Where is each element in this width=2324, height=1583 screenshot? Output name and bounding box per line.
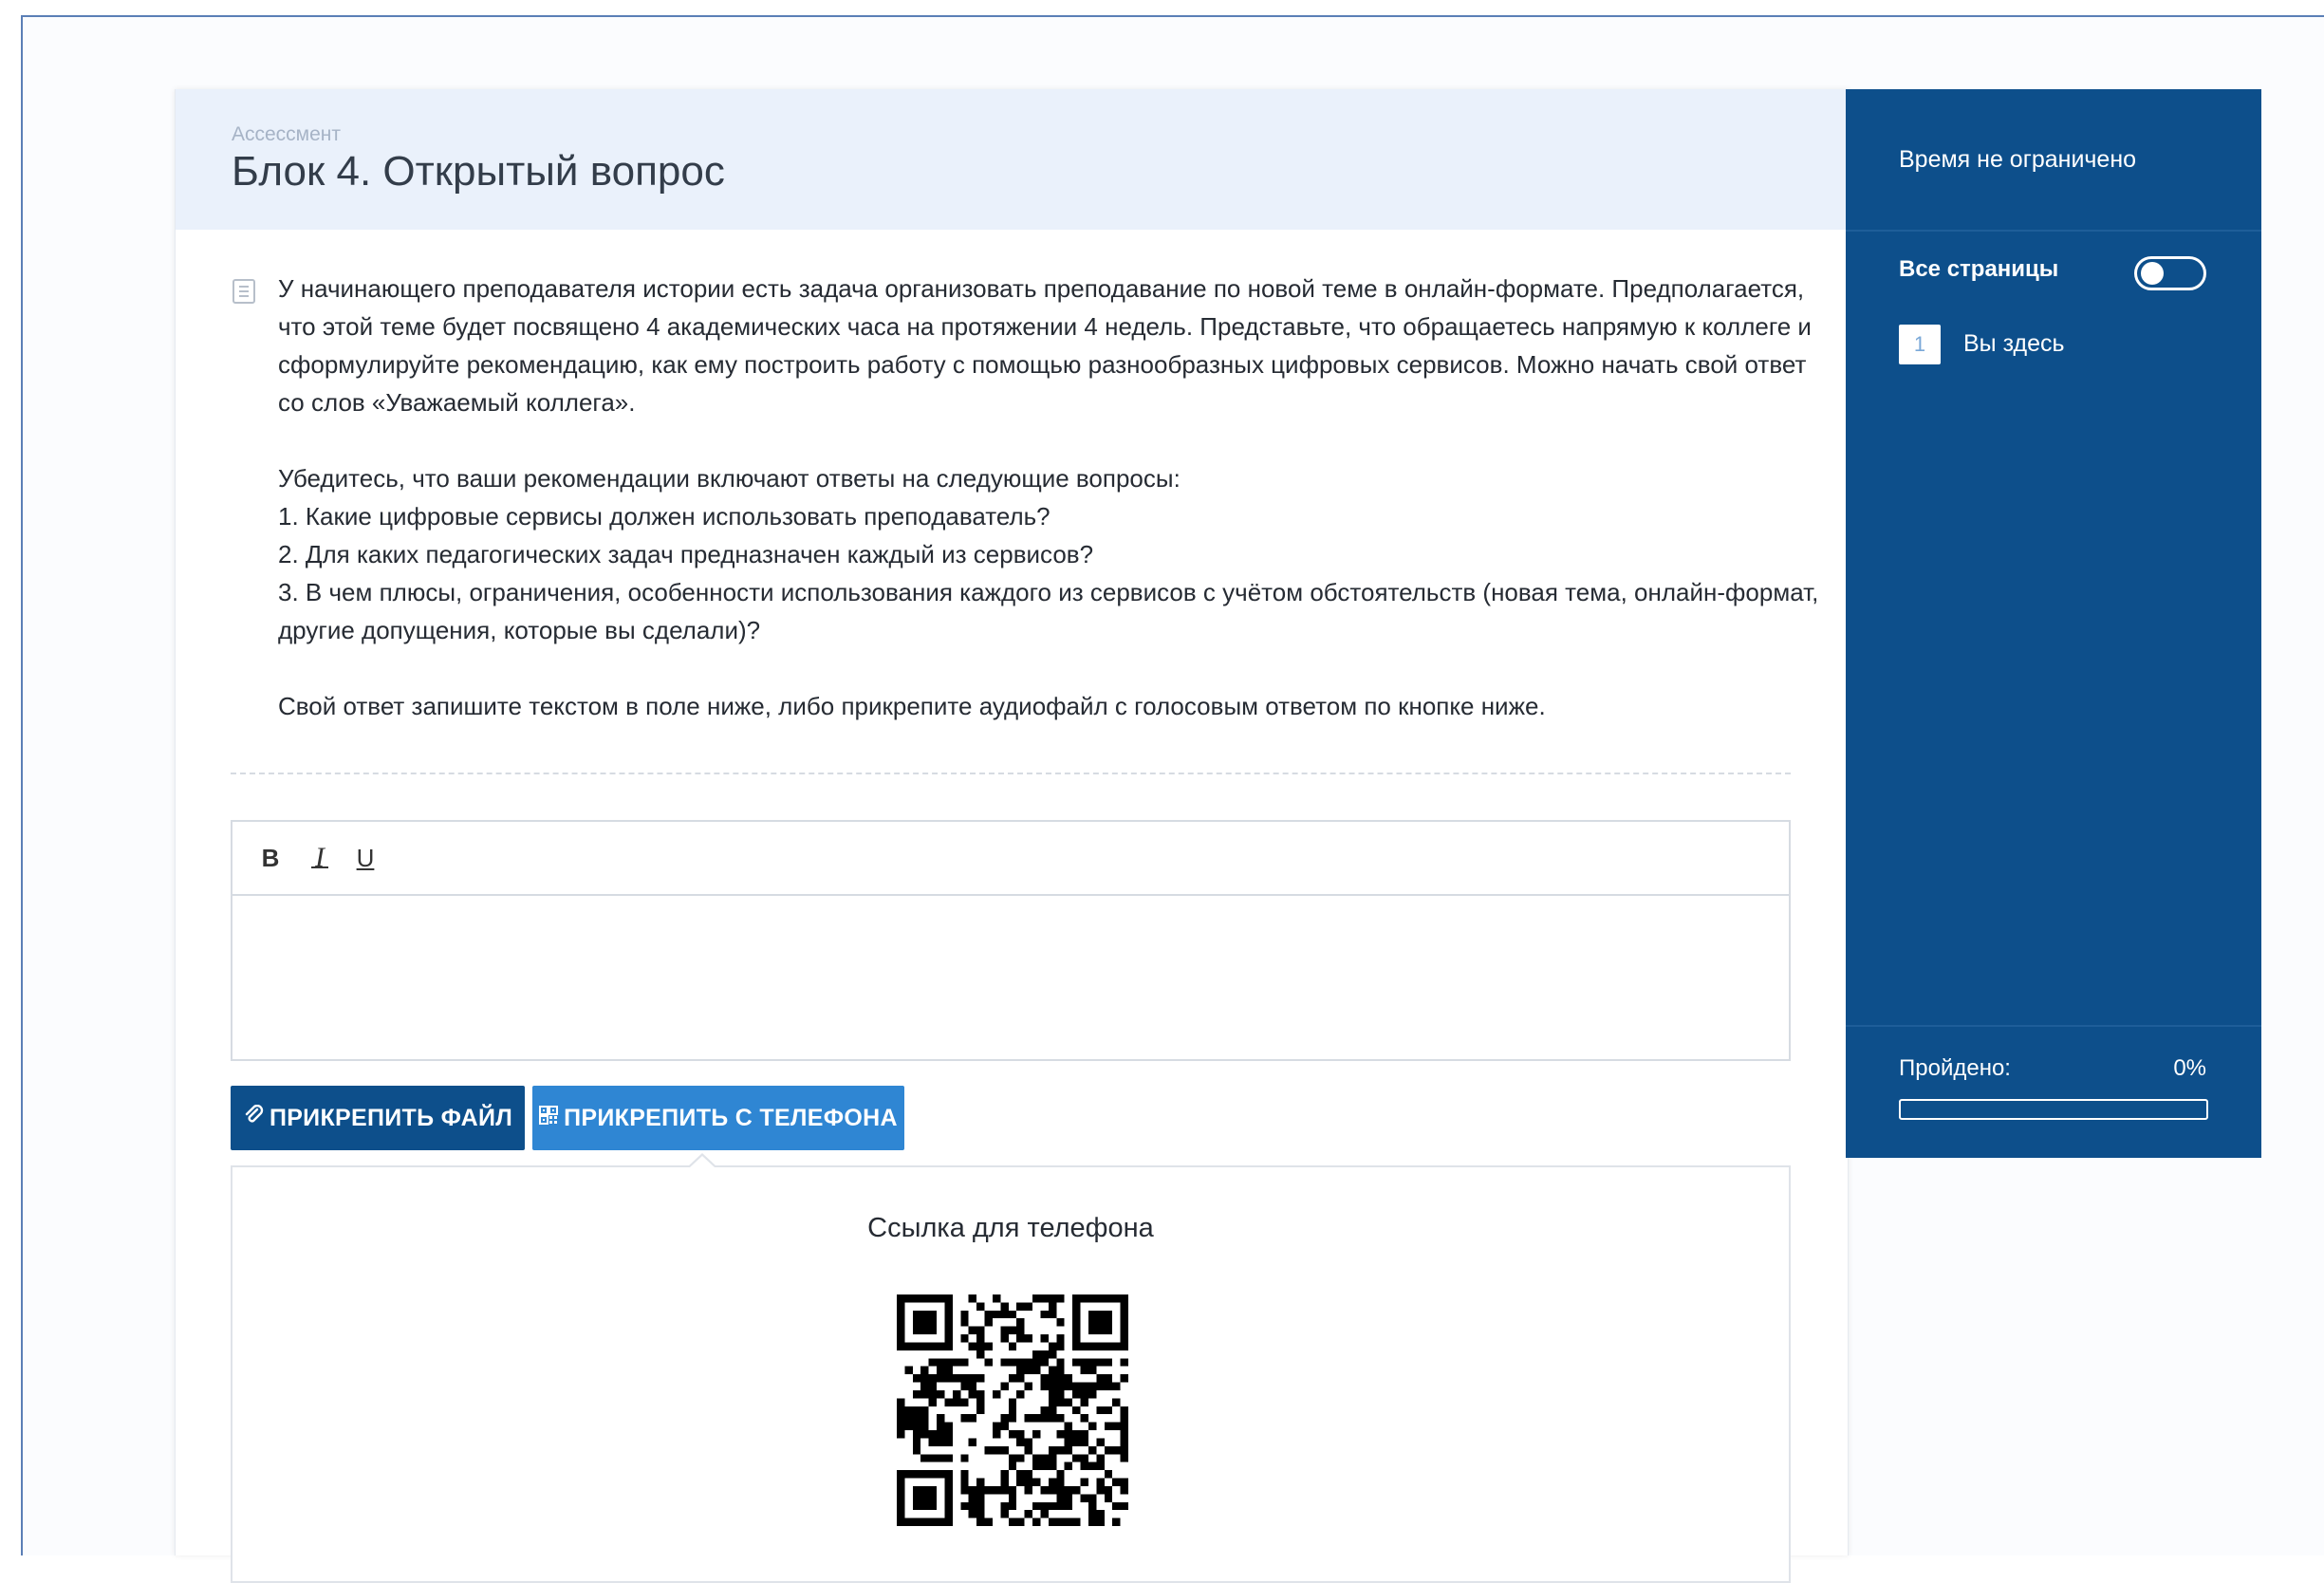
card-header: Ассессмент Блок 4. Открытый вопрос bbox=[176, 89, 1848, 230]
question-paragraph-3: Свой ответ запишите текстом в поле ниже,… bbox=[278, 692, 1546, 720]
question-text: У начинающего преподавателя истории есть… bbox=[278, 270, 1834, 725]
answer-text-area[interactable] bbox=[232, 896, 1789, 1059]
progress-bar bbox=[1899, 1099, 2208, 1120]
assessment-card: Ассессмент Блок 4. Открытый вопрос У нач… bbox=[175, 89, 1849, 1583]
sidebar: Время не ограничено Все страницы 1 Вы зд… bbox=[1846, 89, 2261, 1158]
attach-from-phone-button[interactable]: ПРИКРЕПИТЬ С ТЕЛЕФОНА bbox=[532, 1086, 904, 1150]
page-number-button[interactable]: 1 bbox=[1899, 325, 1941, 364]
question-icon bbox=[232, 279, 255, 304]
page-title: Блок 4. Открытый вопрос bbox=[232, 148, 725, 195]
qrcode-icon bbox=[539, 1106, 559, 1130]
underline-button[interactable]: U bbox=[348, 841, 382, 875]
answer-editor: B I U bbox=[231, 820, 1791, 1061]
italic-button[interactable]: I bbox=[303, 841, 337, 875]
sidebar-divider-bottom bbox=[1846, 1025, 2261, 1027]
progress-label: Пройдено: bbox=[1899, 1055, 2011, 1081]
attach-file-button[interactable]: ПРИКРЕПИТЬ ФАЙЛ bbox=[231, 1086, 525, 1150]
you-are-here-label: Вы здесь bbox=[1963, 330, 2065, 357]
frame-top-border bbox=[21, 15, 2324, 17]
all-pages-toggle[interactable] bbox=[2134, 256, 2206, 290]
frame-left-border bbox=[21, 15, 23, 1555]
breadcrumb[interactable]: Ассессмент bbox=[232, 123, 341, 146]
attach-file-label: ПРИКРЕПИТЬ ФАЙЛ bbox=[269, 1104, 513, 1131]
editor-toolbar: B I U bbox=[232, 822, 1789, 896]
sidebar-divider bbox=[1846, 230, 2261, 232]
qr-code[interactable] bbox=[897, 1294, 1128, 1526]
dashed-divider bbox=[231, 773, 1791, 774]
question-paragraph-2: Убедитесь, что ваши рекомендации включаю… bbox=[278, 464, 1819, 644]
phone-link-title: Ссылка для телефона bbox=[867, 1213, 1154, 1243]
time-limit-text: Время не ограничено bbox=[1899, 146, 2137, 173]
panel-pointer-inner bbox=[690, 1156, 715, 1167]
bold-button[interactable]: B bbox=[253, 841, 288, 875]
paperclip-icon bbox=[243, 1104, 264, 1131]
all-pages-label: Все страницы bbox=[1899, 256, 2059, 282]
question-paragraph-1: У начинающего преподавателя истории есть… bbox=[278, 274, 1812, 417]
attach-from-phone-label: ПРИКРЕПИТЬ С ТЕЛЕФОНА bbox=[564, 1104, 898, 1131]
toggle-knob bbox=[2141, 262, 2164, 285]
progress-value: 0% bbox=[2173, 1055, 2206, 1081]
phone-link-panel: Ссылка для телефона bbox=[231, 1165, 1791, 1583]
